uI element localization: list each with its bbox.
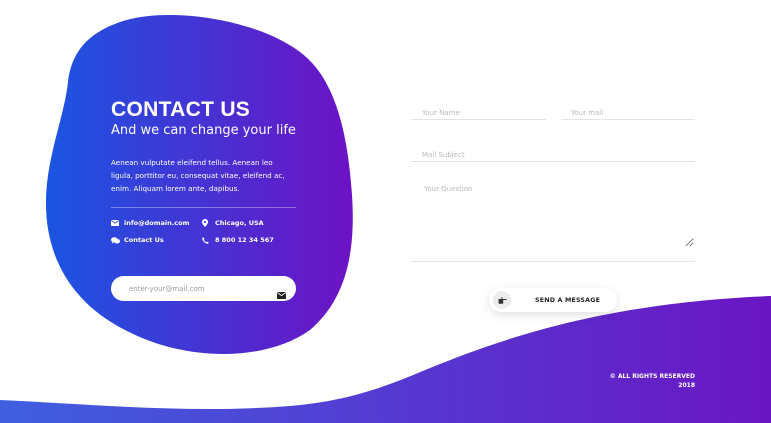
question-field-wrap — [411, 185, 695, 262]
divider — [111, 207, 296, 208]
send-message-button[interactable]: SEND A MESSAGE — [489, 288, 617, 312]
contact-us-text: Contact Us — [124, 236, 164, 244]
map-pin-icon — [202, 219, 212, 227]
pointing-hand-icon — [493, 291, 511, 309]
contact-card: CONTACT US And we can change your life A… — [111, 98, 301, 208]
copyright-year: 2018 — [678, 382, 695, 389]
name-field[interactable] — [422, 109, 542, 117]
copyright-text: © ALL RIGHTS RESERVED — [609, 373, 695, 380]
mail-field-wrap — [561, 100, 695, 120]
question-field[interactable] — [424, 185, 694, 247]
contact-description: Aenean vulputate eleifend tellus. Aenean… — [111, 158, 285, 193]
page-subtitle: And we can change your life — [111, 123, 296, 138]
contact-us-link[interactable]: Contact Us — [111, 236, 164, 244]
phone-icon — [202, 236, 212, 244]
email-link[interactable]: info@domain.com — [111, 219, 189, 227]
subscribe-form — [111, 276, 296, 301]
location-text: Chicago, USA — [215, 219, 264, 227]
envelope-icon — [111, 220, 121, 226]
mail-field[interactable] — [571, 109, 691, 117]
chat-bubbles-icon — [111, 236, 121, 244]
subject-field[interactable] — [422, 151, 682, 159]
envelope-icon[interactable] — [277, 284, 287, 299]
page-title: CONTACT US — [111, 98, 251, 121]
phone-text: 8 800 12 34 567 — [215, 236, 274, 244]
footer-copyright: © ALL RIGHTS RESERVED 2018 — [610, 372, 695, 390]
subject-field-wrap — [411, 142, 695, 162]
name-field-wrap — [411, 100, 546, 120]
email-text: info@domain.com — [124, 219, 190, 227]
subscribe-email-input[interactable] — [127, 283, 271, 294]
phone-item: 8 800 12 34 567 — [202, 236, 274, 244]
send-message-label: SEND A MESSAGE — [535, 296, 601, 304]
location-item: Chicago, USA — [202, 219, 264, 227]
